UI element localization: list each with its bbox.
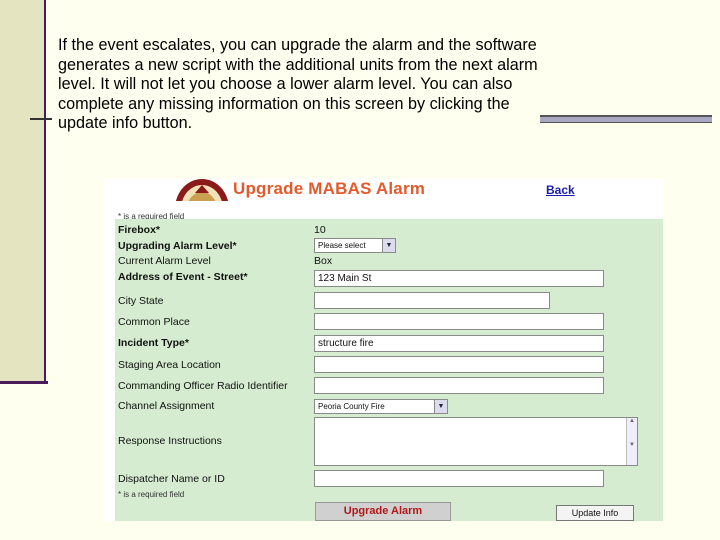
channel-assignment-label: Channel Assignment [118, 400, 215, 412]
upgrading-alarm-level-value: Please select [318, 241, 366, 250]
slide-left-bar [0, 0, 46, 383]
incident-type-input[interactable]: structure fire [314, 335, 604, 352]
commanding-officer-label: Commanding Officer Radio Identifier [118, 380, 288, 392]
response-instructions-textarea[interactable]: ▲ ▼ [314, 417, 638, 466]
commanding-officer-input[interactable] [314, 377, 604, 394]
address-input[interactable]: 123 Main St [314, 270, 604, 287]
page-title: Upgrade MABAS Alarm [233, 179, 426, 198]
mabas-seal-logo [173, 179, 231, 201]
channel-assignment-select[interactable]: Peoria County Fire ▼ [314, 399, 448, 414]
city-state-label: City State [118, 295, 164, 307]
chevron-down-icon: ▼ [434, 400, 447, 413]
dispatcher-input[interactable] [314, 470, 604, 487]
channel-assignment-value: Peoria County Fire [318, 402, 385, 411]
slide-caption: If the event escalates, you can upgrade … [58, 36, 538, 132]
upgrade-alarm-form: Firebox* 10 Upgrading Alarm Level* Pleas… [115, 219, 663, 521]
upgrade-alarm-button[interactable]: Upgrade Alarm [315, 502, 451, 521]
city-state-input[interactable] [314, 292, 550, 309]
common-place-label: Common Place [118, 316, 190, 328]
incident-type-label: Incident Type* [118, 337, 189, 349]
firebox-label: Firebox* [118, 224, 161, 236]
dispatcher-label: Dispatcher Name or ID [118, 473, 225, 485]
staging-area-label: Staging Area Location [118, 359, 221, 371]
response-instructions-label: Response Instructions [118, 435, 222, 447]
common-place-input[interactable] [314, 313, 604, 330]
back-link[interactable]: Back [546, 183, 575, 197]
address-label: Address of Event - Street* [118, 271, 248, 283]
slide-left-bar-underline [0, 381, 48, 384]
upgrading-alarm-level-label: Upgrading Alarm Level* [118, 240, 237, 252]
textarea-scrollbar[interactable]: ▲ ▼ [626, 418, 637, 465]
screenshot-panel: Upgrade MABAS Alarm Back * is a required… [103, 179, 663, 521]
current-alarm-level-value: Box [314, 255, 333, 267]
required-note-bottom: * is a required field [118, 490, 185, 499]
slide-rule-right [540, 115, 712, 123]
chevron-down-icon: ▼ [382, 239, 395, 252]
firebox-value: 10 [314, 224, 326, 236]
update-info-button[interactable]: Update Info [556, 505, 634, 521]
current-alarm-level-label: Current Alarm Level [118, 255, 211, 267]
slide-rule-left [30, 118, 52, 120]
upgrading-alarm-level-select[interactable]: Please select ▼ [314, 238, 396, 253]
staging-area-input[interactable] [314, 356, 604, 373]
